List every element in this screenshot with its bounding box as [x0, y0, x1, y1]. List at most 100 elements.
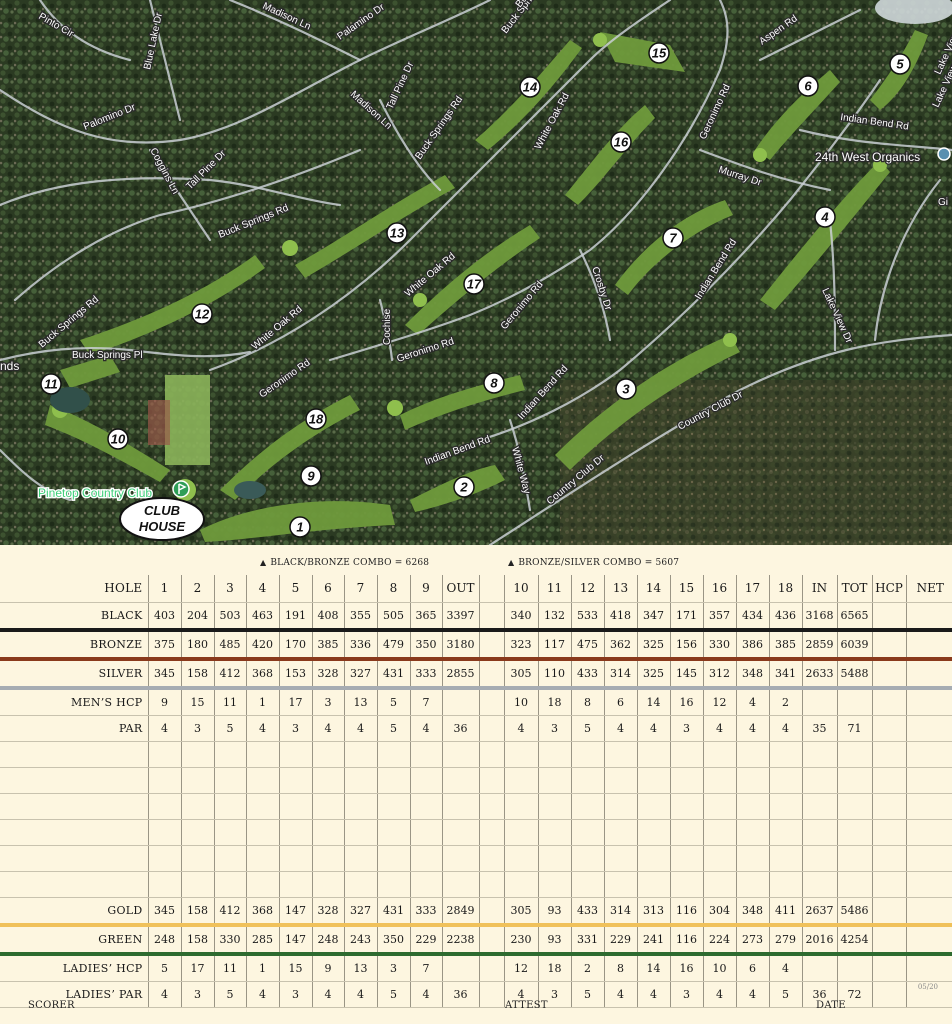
- score-cell[interactable]: [702, 793, 736, 820]
- score-cell[interactable]: [871, 871, 906, 898]
- score-cell[interactable]: [278, 845, 312, 872]
- score-cell[interactable]: [311, 767, 344, 794]
- score-cell[interactable]: [409, 871, 442, 898]
- score-cell[interactable]: [768, 845, 802, 872]
- score-cell[interactable]: [245, 819, 279, 846]
- score-cell[interactable]: [441, 819, 479, 846]
- score-cell[interactable]: [570, 767, 604, 794]
- score-cell[interactable]: [147, 819, 181, 846]
- score-cell[interactable]: [768, 767, 802, 794]
- score-cell[interactable]: [537, 845, 571, 872]
- score-cell[interactable]: [905, 767, 952, 794]
- score-cell[interactable]: [603, 871, 637, 898]
- score-cell[interactable]: [603, 793, 637, 820]
- score-cell[interactable]: [836, 741, 872, 768]
- score-cell[interactable]: [636, 767, 670, 794]
- score-cell[interactable]: [409, 793, 442, 820]
- score-cell[interactable]: [343, 819, 377, 846]
- score-cell[interactable]: [503, 741, 538, 768]
- score-cell[interactable]: [801, 767, 837, 794]
- score-cell[interactable]: [768, 793, 802, 820]
- score-cell[interactable]: [836, 793, 872, 820]
- score-cell[interactable]: [537, 793, 571, 820]
- score-cell[interactable]: [702, 767, 736, 794]
- score-cell[interactable]: [636, 845, 670, 872]
- score-cell[interactable]: [278, 741, 312, 768]
- score-cell[interactable]: [905, 819, 952, 846]
- score-cell[interactable]: [801, 871, 837, 898]
- score-cell[interactable]: [503, 871, 538, 898]
- score-cell[interactable]: [871, 741, 906, 768]
- score-cell[interactable]: [669, 871, 703, 898]
- score-cell[interactable]: [603, 767, 637, 794]
- score-cell[interactable]: [180, 741, 214, 768]
- score-cell[interactable]: [376, 871, 410, 898]
- score-cell[interactable]: [570, 741, 604, 768]
- score-cell[interactable]: [278, 793, 312, 820]
- score-cell[interactable]: [570, 871, 604, 898]
- score-cell[interactable]: [180, 871, 214, 898]
- score-entry-row[interactable]: [0, 845, 952, 872]
- score-cell[interactable]: [343, 845, 377, 872]
- score-cell[interactable]: [213, 871, 246, 898]
- score-cell[interactable]: [801, 819, 837, 846]
- score-cell[interactable]: [147, 741, 181, 768]
- score-cell[interactable]: [570, 819, 604, 846]
- score-cell[interactable]: [871, 793, 906, 820]
- score-cell[interactable]: [871, 845, 906, 872]
- score-cell[interactable]: [735, 819, 769, 846]
- score-cell[interactable]: [905, 845, 952, 872]
- score-cell[interactable]: [180, 767, 214, 794]
- score-cell[interactable]: [669, 741, 703, 768]
- score-cell[interactable]: [871, 819, 906, 846]
- score-cell[interactable]: [836, 767, 872, 794]
- score-cell[interactable]: [735, 741, 769, 768]
- score-cell[interactable]: [343, 793, 377, 820]
- score-cell[interactable]: [376, 793, 410, 820]
- score-cell[interactable]: [147, 793, 181, 820]
- score-cell[interactable]: [603, 819, 637, 846]
- score-cell[interactable]: [409, 819, 442, 846]
- score-cell[interactable]: [147, 845, 181, 872]
- score-cell[interactable]: [702, 871, 736, 898]
- score-cell[interactable]: [213, 767, 246, 794]
- score-cell[interactable]: [636, 871, 670, 898]
- score-cell[interactable]: [213, 819, 246, 846]
- score-cell[interactable]: [343, 767, 377, 794]
- score-cell[interactable]: [503, 845, 538, 872]
- score-cell[interactable]: [343, 741, 377, 768]
- score-cell[interactable]: [836, 871, 872, 898]
- score-cell[interactable]: [311, 819, 344, 846]
- score-cell[interactable]: [278, 871, 312, 898]
- score-cell[interactable]: [180, 845, 214, 872]
- score-cell[interactable]: [245, 741, 279, 768]
- score-cell[interactable]: [735, 845, 769, 872]
- score-cell[interactable]: [213, 845, 246, 872]
- score-cell[interactable]: [343, 871, 377, 898]
- score-cell[interactable]: [801, 845, 837, 872]
- score-cell[interactable]: [311, 741, 344, 768]
- score-entry-row[interactable]: [0, 767, 952, 794]
- score-cell[interactable]: [905, 741, 952, 768]
- score-cell[interactable]: [702, 845, 736, 872]
- score-cell[interactable]: [245, 767, 279, 794]
- score-cell[interactable]: [905, 871, 952, 898]
- score-cell[interactable]: [905, 793, 952, 820]
- score-cell[interactable]: [245, 871, 279, 898]
- score-entry-row[interactable]: [0, 741, 952, 768]
- score-cell[interactable]: [180, 793, 214, 820]
- score-cell[interactable]: [311, 871, 344, 898]
- score-cell[interactable]: [376, 845, 410, 872]
- score-cell[interactable]: [768, 819, 802, 846]
- score-cell[interactable]: [278, 767, 312, 794]
- score-cell[interactable]: [636, 793, 670, 820]
- score-cell[interactable]: [669, 819, 703, 846]
- score-cell[interactable]: [636, 819, 670, 846]
- score-cell[interactable]: [278, 819, 312, 846]
- score-cell[interactable]: [768, 741, 802, 768]
- score-cell[interactable]: [702, 741, 736, 768]
- score-cell[interactable]: [537, 871, 571, 898]
- score-cell[interactable]: [735, 871, 769, 898]
- score-cell[interactable]: [570, 845, 604, 872]
- score-cell[interactable]: [836, 819, 872, 846]
